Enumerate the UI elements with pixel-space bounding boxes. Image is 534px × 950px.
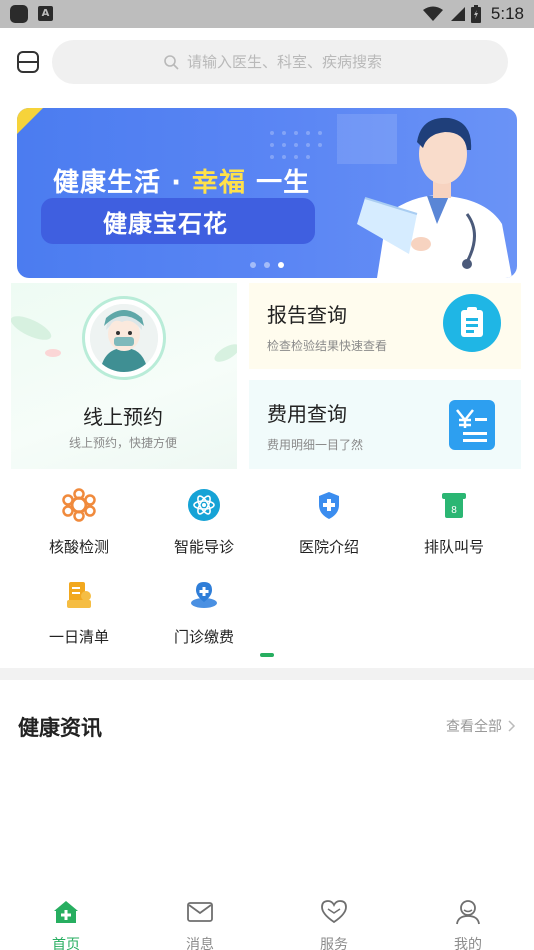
- app-indicator-icon: [10, 5, 28, 23]
- news-section-title: 健康资讯: [18, 716, 102, 740]
- outpatient-payment-icon: [191, 582, 217, 608]
- service-label: 智能导诊: [173, 538, 234, 556]
- daily-list-icon: [67, 582, 91, 608]
- carousel-dot[interactable]: [264, 262, 270, 268]
- service-outpatient-pay[interactable]: 门诊缴费: [139, 578, 269, 647]
- heart-icon: [321, 900, 347, 924]
- fee-query-card[interactable]: 费用查询 费用明细一目了然: [249, 380, 521, 469]
- banner-corner-decoration: [17, 108, 43, 134]
- banner-brand: 健康宝石花: [103, 210, 228, 238]
- banner-slogan-separator: ·: [171, 168, 182, 198]
- chevron-right-icon: [508, 720, 516, 732]
- report-subtitle: 检查检验结果快速查看: [267, 339, 388, 353]
- leaf-decoration: [11, 316, 61, 357]
- mail-icon: [187, 902, 213, 922]
- svg-text:8: 8: [451, 505, 457, 516]
- doctor-illustration: [337, 114, 512, 278]
- queue-ticket-icon: 8: [442, 493, 466, 518]
- tab-services[interactable]: 服务: [294, 898, 374, 950]
- home-icon: [54, 901, 78, 923]
- scan-icon[interactable]: [16, 50, 40, 74]
- tab-label: 首页: [52, 937, 80, 950]
- section-divider: [0, 668, 534, 680]
- view-all-label: 查看全部: [446, 719, 502, 735]
- appointment-subtitle: 线上预约，快捷方便: [69, 436, 178, 450]
- tab-label: 服务: [320, 937, 348, 950]
- promo-banner[interactable]: 健康生活 · 幸福 一生 健康宝石花: [17, 108, 517, 278]
- doctor-avatar-icon: [90, 304, 158, 372]
- fee-subtitle: 费用明细一目了然: [267, 438, 364, 452]
- service-label: 核酸检测: [48, 538, 109, 556]
- tab-messages[interactable]: 消息: [160, 898, 240, 950]
- wifi-icon: [422, 6, 443, 21]
- tab-label: 我的: [454, 937, 482, 950]
- carousel-dot-active[interactable]: [278, 262, 284, 268]
- search-input[interactable]: [187, 53, 397, 71]
- hospital-shield-icon: [319, 492, 339, 519]
- banner-slogan-part1: 健康生活: [53, 168, 162, 198]
- search-icon: [164, 55, 179, 70]
- service-hospital-intro[interactable]: 医院介绍: [264, 488, 394, 557]
- header: [0, 28, 534, 98]
- nucleic-acid-icon: [62, 488, 96, 522]
- fee-calculator-icon: [449, 400, 495, 450]
- notification-a-icon: A: [38, 6, 53, 21]
- leaf-decoration: [214, 344, 237, 362]
- clock: 5:18: [490, 4, 524, 23]
- banner-slogan-highlight: 幸福: [192, 168, 247, 198]
- carousel-indicator: [250, 262, 284, 268]
- tab-label: 消息: [186, 937, 214, 950]
- cell-signal-icon: [450, 7, 465, 21]
- report-title: 报告查询: [267, 303, 347, 327]
- appointment-title: 线上预约: [83, 405, 163, 429]
- tab-me[interactable]: 我的: [428, 898, 508, 950]
- service-label: 一日清单: [48, 628, 109, 646]
- appointment-avatar: [82, 296, 166, 380]
- report-clipboard-icon: [443, 294, 501, 352]
- user-icon: [456, 900, 480, 925]
- bottom-tab-bar: 首页 消息 服务 我的: [0, 890, 534, 950]
- battery-icon: [470, 5, 481, 23]
- carousel-dot[interactable]: [250, 262, 256, 268]
- view-all-link[interactable]: 查看全部: [446, 716, 516, 736]
- service-smart-guide[interactable]: 智能导诊: [139, 488, 269, 557]
- status-bar: A 5:18: [0, 0, 534, 28]
- service-label: 排队叫号: [423, 538, 484, 556]
- tab-home[interactable]: 首页: [26, 898, 106, 950]
- service-label: 门诊缴费: [173, 628, 234, 646]
- search-bar[interactable]: [52, 40, 508, 84]
- service-nucleic-acid[interactable]: 核酸检测: [14, 488, 144, 557]
- banner-slogan: 健康生活 · 幸福 一生: [53, 162, 310, 199]
- service-daily-list[interactable]: 一日清单: [14, 578, 144, 647]
- online-appointment-card[interactable]: 线上预约 线上预约，快捷方便: [11, 283, 237, 469]
- banner-slogan-part2: 一生: [256, 168, 311, 198]
- service-label: 医院介绍: [298, 538, 359, 556]
- service-page-indicator: [260, 653, 274, 657]
- atom-icon: [188, 489, 220, 521]
- service-queue[interactable]: 8 排队叫号: [389, 488, 519, 557]
- report-query-card[interactable]: 报告查询 检查检验结果快速查看: [249, 283, 521, 369]
- fee-title: 费用查询: [267, 402, 347, 426]
